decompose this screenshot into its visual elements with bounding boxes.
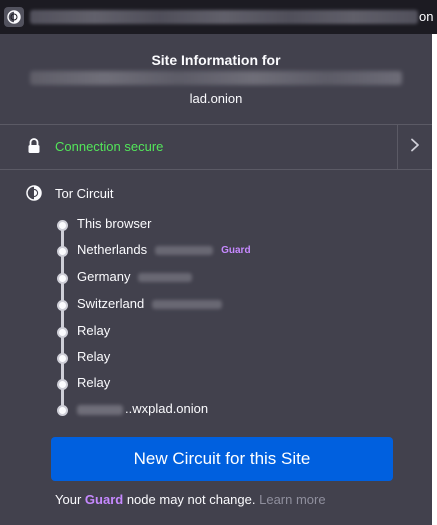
circuit-node-label: Relay	[77, 349, 111, 364]
panel-title: Site Information for	[151, 52, 281, 68]
circuit-node-label: This browser	[77, 216, 152, 231]
guard-notice-guard: Guard	[84, 492, 124, 507]
new-circuit-button[interactable]: New Circuit for this Site	[51, 437, 393, 481]
redacted-ip	[155, 246, 214, 256]
circuit-node-relay: Relay	[0, 371, 432, 397]
learn-more-link[interactable]: Learn more	[259, 492, 325, 507]
guard-notice: Your Guard node may not change. Learn mo…	[55, 492, 326, 507]
redacted-ip	[152, 300, 223, 310]
circuit-node-dot	[57, 353, 68, 364]
chevron-right-icon	[410, 138, 420, 157]
circuit-node-label: Relay	[77, 375, 111, 390]
circuit-node-exit: Switzerland	[0, 292, 432, 318]
guard-badge: Guard	[221, 245, 251, 256]
circuit-node-dot	[57, 379, 68, 390]
tor-circuit-title: Tor Circuit	[55, 186, 114, 201]
circuit-node-relay: Relay	[0, 345, 432, 371]
tor-onion-icon[interactable]	[4, 7, 24, 27]
lock-icon	[27, 138, 41, 154]
divider	[0, 169, 432, 170]
circuit-node-dot	[57, 300, 68, 311]
circuit-node-dot	[57, 220, 68, 231]
url-bar[interactable]: on	[0, 0, 437, 34]
circuit-node-label: Relay	[77, 323, 111, 338]
connection-status: Connection secure	[55, 139, 164, 154]
circuit-node-dot	[57, 273, 68, 284]
tor-onion-icon	[26, 185, 42, 201]
connection-details-button[interactable]	[398, 125, 432, 169]
circuit-node-row: Netherlands Guard	[77, 242, 251, 257]
guard-notice-suffix: node may not change.	[126, 492, 256, 507]
circuit-node-onion-site: ..wxplad.onion	[0, 397, 432, 423]
redacted-onion-prefix	[77, 404, 123, 415]
redacted-ip	[138, 273, 193, 283]
tor-circuit-header: Tor Circuit	[0, 182, 432, 206]
circuit-node-row: Switzerland	[77, 296, 223, 311]
page-background-edge	[432, 34, 437, 525]
circuit-node-browser: This browser	[0, 212, 432, 238]
circuit-node-dot	[57, 405, 68, 416]
circuit-node-relay: Relay	[0, 319, 432, 345]
circuit-node-row: ..wxplad.onion	[77, 401, 208, 416]
circuit-node-relay: Germany	[0, 265, 432, 291]
url-text-redacted[interactable]	[30, 10, 418, 24]
circuit-node-dot	[57, 327, 68, 338]
connection-row[interactable]: Connection secure	[0, 125, 432, 169]
circuit-node-row: Germany	[77, 269, 193, 284]
tor-circuit-list: This browser Netherlands Guard Germany Sw…	[0, 212, 432, 442]
redacted-hostname	[30, 71, 402, 85]
hostname-suffix: lad.onion	[189, 91, 243, 106]
circuit-node-label: Germany	[77, 269, 131, 284]
url-text-suffix[interactable]: on	[419, 10, 433, 24]
guard-notice-prefix: Your	[55, 492, 82, 507]
circuit-node-label: Netherlands	[77, 242, 148, 257]
circuit-node-guard: Netherlands Guard	[0, 238, 432, 264]
circuit-node-dot	[57, 246, 68, 257]
circuit-node-label: Switzerland	[77, 296, 145, 311]
circuit-node-label: ..wxplad.onion	[125, 401, 209, 416]
site-info-panel: Site Information for lad.onion Connectio…	[0, 34, 432, 525]
